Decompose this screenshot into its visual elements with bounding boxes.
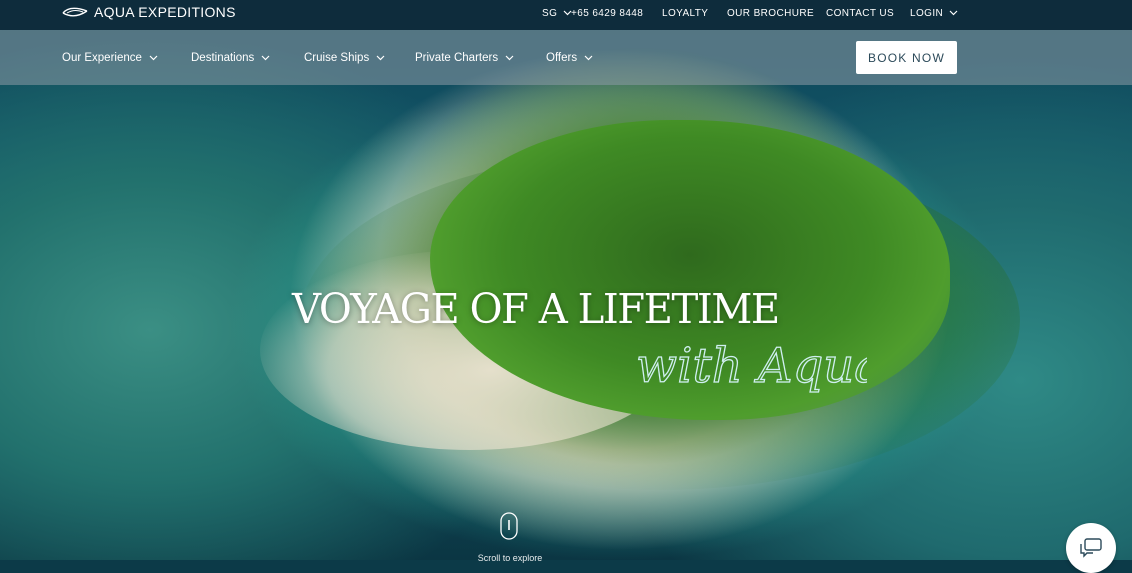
nav-item-label: Private Charters (415, 52, 499, 64)
book-now-button[interactable]: BOOK NOW (856, 41, 957, 74)
chat-bubble-icon (1080, 538, 1102, 558)
chevron-down-icon (261, 55, 270, 61)
chevron-down-icon (949, 10, 958, 16)
scroll-hint: Scroll to explore (477, 553, 543, 563)
region-selector[interactable]: SG (542, 6, 572, 20)
nav-item-offers[interactable]: Offers (546, 50, 593, 66)
region-label: SG (542, 7, 558, 19)
loyalty-label: LOYALTY (662, 7, 709, 19)
chevron-down-icon (376, 55, 385, 61)
mouse-scroll-icon[interactable] (500, 512, 518, 540)
nav-item-label: Our Experience (62, 52, 142, 64)
chat-button[interactable] (1066, 523, 1116, 573)
nav-item-cruise-ships[interactable]: Cruise Ships (304, 50, 385, 66)
contact-label: CONTACT US (826, 7, 895, 19)
login-menu[interactable]: LOGIN (910, 6, 958, 20)
nav-item-private-charters[interactable]: Private Charters (415, 50, 514, 66)
contact-link[interactable]: CONTACT US (826, 6, 894, 20)
brochure-label: OUR BROCHURE (727, 7, 815, 19)
nav-item-label: Offers (546, 52, 578, 64)
loyalty-link[interactable]: LOYALTY (662, 6, 708, 20)
wave-logo-icon (62, 7, 88, 17)
utility-bar: AQUA EXPEDITIONS SG +65 6429 8448 LOYALT… (0, 0, 1132, 30)
chevron-down-icon (149, 55, 158, 61)
brand-name: AQUA EXPEDITIONS (94, 4, 236, 20)
nav-item-our-experience[interactable]: Our Experience (62, 50, 158, 66)
nav-item-destinations[interactable]: Destinations (191, 50, 270, 66)
chevron-down-icon (505, 55, 514, 61)
hero-script-text: with Aqua (635, 337, 867, 394)
nav-item-label: Cruise Ships (304, 52, 370, 64)
nav-item-label: Destinations (191, 52, 255, 64)
svg-text:with Aqua: with Aqua (636, 338, 867, 394)
main-navigation: Our Experience Destinations Cruise Ships… (0, 30, 1132, 85)
chevron-down-icon (584, 55, 593, 61)
login-label: LOGIN (910, 7, 944, 19)
brand-logo[interactable]: AQUA EXPEDITIONS (62, 3, 236, 21)
phone-number: +65 6429 8448 (571, 7, 644, 19)
brochure-link[interactable]: OUR BROCHURE (727, 6, 814, 20)
phone-link[interactable]: +65 6429 8448 (571, 6, 643, 20)
